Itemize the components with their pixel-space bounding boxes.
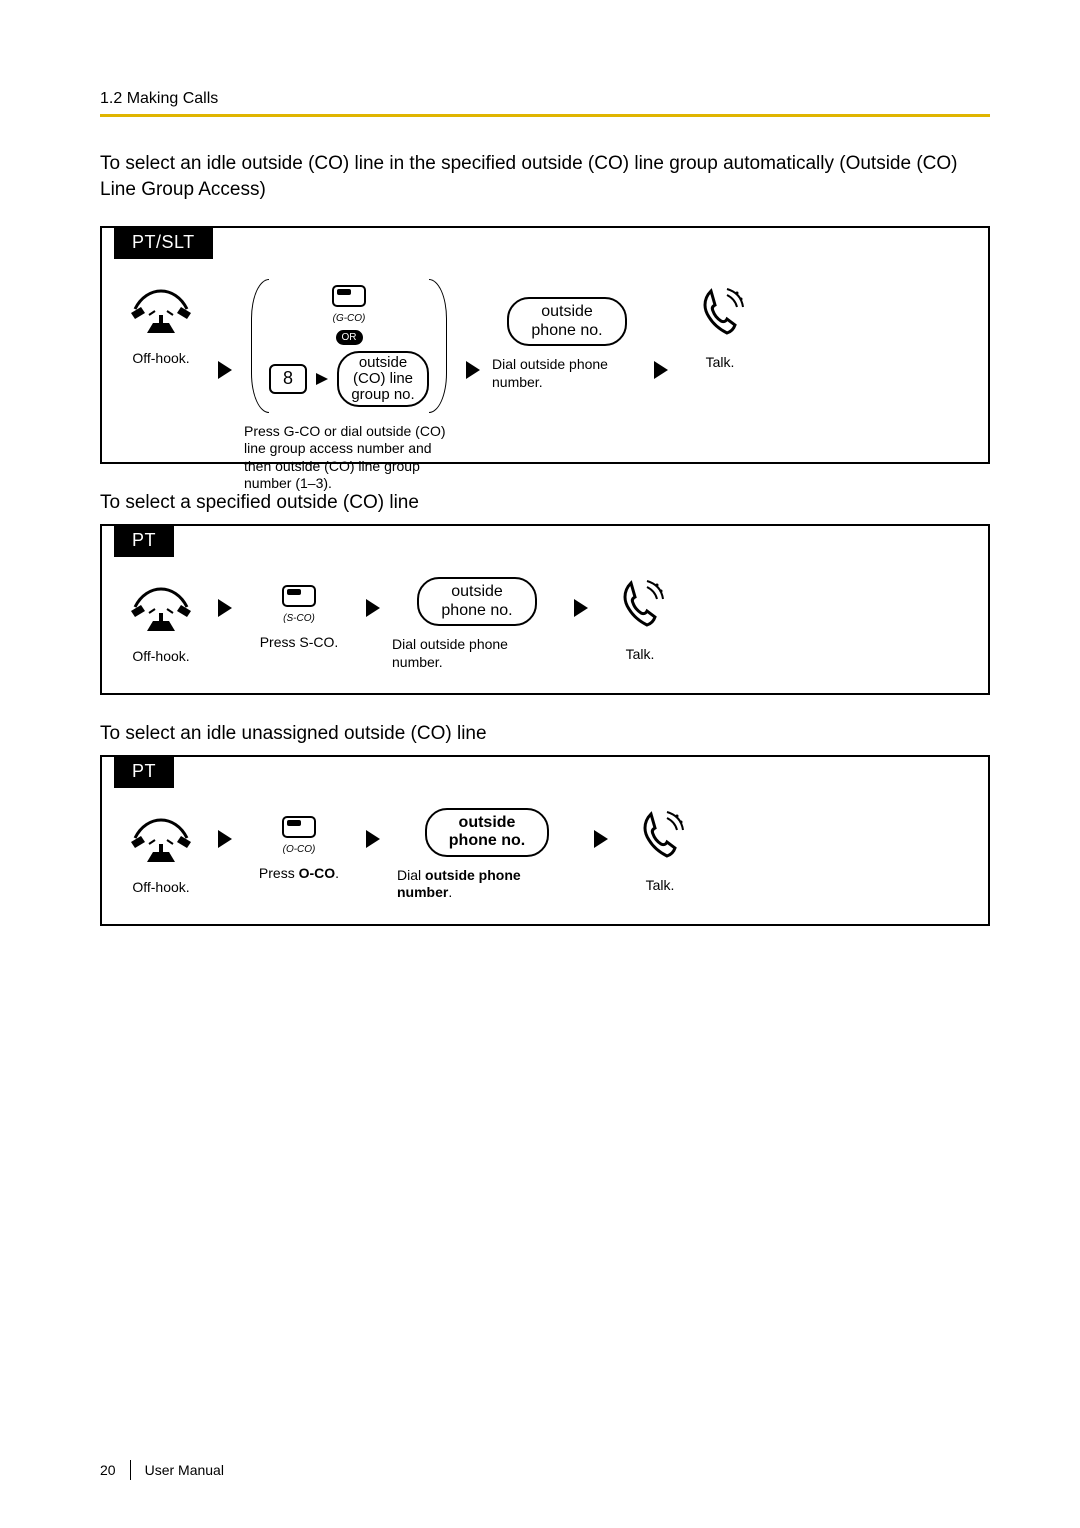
step-press-gco-or-dial: (G-CO) OR 8 outside (CO) line group no. … <box>244 279 454 492</box>
bubble-line-group-no: outside (CO) line group no. <box>337 351 429 406</box>
arrow-icon <box>464 359 482 381</box>
diagram-specified-line: PT Off-hook. <box>100 524 990 695</box>
arrow-icon <box>364 597 382 619</box>
arrow-icon <box>216 597 234 619</box>
flow-row: Off-hook. (S-CO) Press S-CO. <box>116 577 974 671</box>
diagram-tab: PT/SLT <box>114 226 213 259</box>
page-header: 1.2 Making Calls <box>100 90 990 108</box>
handset-icon <box>129 577 193 638</box>
footer-divider <box>130 1460 131 1480</box>
talk-icon <box>633 808 687 867</box>
page: 1.2 Making Calls To select an idle outsi… <box>0 0 1080 1528</box>
step-press-oco: (O-CO) Press O-CO. <box>244 816 354 883</box>
diagram-idle-unassigned: PT Off-hook. <box>100 755 990 926</box>
bubble-outside-phone: outside phone no. <box>507 297 626 346</box>
caption-text: Dial <box>397 867 425 883</box>
step-talk: Talk. <box>680 285 760 372</box>
bubble-outside-phone: outside phone no. <box>417 577 536 626</box>
step-caption: Dial outside phone number. <box>492 356 642 391</box>
manual-title: User Manual <box>145 1462 224 1478</box>
flow-row: Off-hook. (G-CO) <box>116 279 974 492</box>
key-label: (G-CO) <box>333 313 366 324</box>
step-caption: Talk. <box>646 877 675 895</box>
step-caption: Off-hook. <box>132 648 189 666</box>
diagram-tab: PT <box>114 755 174 788</box>
page-number: 20 <box>100 1462 116 1478</box>
step-caption: Talk. <box>706 354 735 372</box>
talk-icon <box>693 285 747 344</box>
step-caption: Off-hook. <box>132 350 189 368</box>
step-talk: Talk. <box>600 577 680 664</box>
step-talk: Talk. <box>620 808 700 895</box>
digit-8: 8 <box>269 364 307 393</box>
caption-text: . <box>448 884 452 900</box>
arrow-icon <box>216 828 234 850</box>
arrow-icon <box>364 828 382 850</box>
step-caption: Talk. <box>626 646 655 664</box>
arrow-icon <box>592 828 610 850</box>
step-caption: Dial outside phone number. <box>397 867 577 902</box>
step-dial-outside: outside phone no. Dial outside phone num… <box>392 577 562 671</box>
arrow-icon <box>572 597 590 619</box>
step-caption: Press S-CO. <box>260 634 339 652</box>
key-label: (O-CO) <box>283 844 316 855</box>
step-dial-outside: outside phone no. Dial outside phone num… <box>392 808 582 902</box>
talk-icon <box>613 577 667 636</box>
arrow-icon <box>315 372 329 386</box>
subheading-specified-line: To select a specified outside (CO) line <box>100 492 990 514</box>
step-dial-outside: outside phone no. Dial outside phone num… <box>492 297 642 391</box>
or-badge: OR <box>336 330 363 345</box>
section-number: 1.2 Making Calls <box>100 90 990 108</box>
step-offhook: Off-hook. <box>116 279 206 368</box>
bubble-outside-phone: outside phone no. <box>425 808 549 857</box>
handset-icon <box>129 808 193 869</box>
sco-key: (S-CO) <box>282 585 316 624</box>
arrow-icon <box>216 359 234 381</box>
gco-key: (G-CO) <box>332 285 366 324</box>
subheading-idle-unassigned: To select an idle unassigned outside (CO… <box>100 723 990 745</box>
dial-8-row: 8 outside (CO) line group no. <box>269 351 429 406</box>
step-offhook: Off-hook. <box>116 577 206 666</box>
step-offhook: Off-hook. <box>116 808 206 897</box>
header-rule <box>100 114 990 117</box>
key-label: (S-CO) <box>283 613 315 624</box>
handset-icon <box>129 279 193 340</box>
step-caption: Dial outside phone number. <box>392 636 562 671</box>
phone-key-icon <box>332 285 366 312</box>
phone-key-icon <box>282 585 316 612</box>
page-footer: 20 User Manual <box>100 1460 224 1480</box>
flow-row: Off-hook. (O-CO) Press O-CO. <box>116 808 974 902</box>
arrow-icon <box>652 359 670 381</box>
caption-bold-text: O-CO <box>299 865 336 881</box>
diagram-group-access: PT/SLT Off-hook. <box>100 226 990 464</box>
step-caption: Off-hook. <box>132 879 189 897</box>
section-intro: To select an idle outside (CO) line in t… <box>100 151 990 202</box>
caption-text: . <box>335 865 339 881</box>
phone-key-icon <box>282 816 316 843</box>
oco-key: (O-CO) <box>282 816 316 855</box>
step-press-sco: (S-CO) Press S-CO. <box>244 585 354 652</box>
alternative-group: (G-CO) OR 8 outside (CO) line group no. <box>265 279 433 412</box>
step-caption: Press O-CO. <box>259 865 339 883</box>
caption-text: Press <box>259 865 299 881</box>
step-caption: Press G-CO or dial outside (CO) line gro… <box>244 423 454 493</box>
diagram-tab: PT <box>114 524 174 557</box>
